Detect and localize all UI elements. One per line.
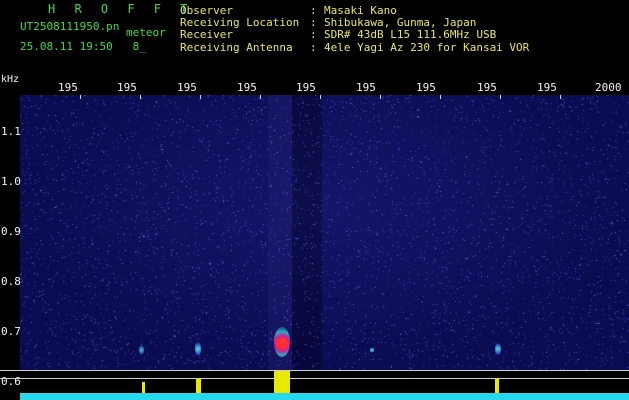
receiver-row: Receiver : SDR# 43dB L15 111.6MHz USB — [180, 29, 529, 41]
x-tick-label: 195 — [537, 81, 557, 94]
noise-floor — [20, 393, 629, 400]
x-tick-label: 195 — [296, 81, 316, 94]
receiver-label: Receiver — [180, 28, 233, 42]
x-tick-label: 195 — [416, 81, 436, 94]
antenna-row: Receiving Antenna : 4ele Yagi Az 230 for… — [180, 40, 530, 54]
x-tick-label: 195 — [177, 81, 197, 94]
meteor-label: meteor — [126, 26, 166, 39]
x-tick-mark — [500, 95, 501, 99]
y-tick-label: 1.1 — [1, 125, 21, 138]
program-title: H R O F F T — [48, 2, 194, 16]
reference-line — [0, 378, 629, 379]
x-tick-mark — [320, 95, 321, 99]
echo-spike — [142, 382, 145, 393]
reference-line — [0, 370, 629, 371]
spectrogram-noise — [20, 95, 629, 370]
x-tick-mark — [80, 95, 81, 99]
meteor-echo — [370, 348, 374, 352]
x-tick-mark — [260, 95, 261, 99]
antenna-sep: : — [310, 40, 317, 54]
meteor-echo — [195, 342, 201, 356]
y-tick-label: 0.9 — [1, 225, 21, 238]
x-tick-label: 195 — [356, 81, 376, 94]
meteor-echo — [139, 345, 144, 355]
y-axis-unit: kHz — [1, 74, 20, 85]
antenna-value: 4ele Yagi Az 230 for Kansai VOR — [324, 40, 530, 54]
datetime-label: 25.08.11 19:50 8_ — [20, 40, 146, 53]
y-tick-label: 0.7 — [1, 325, 21, 338]
receiver-sep: : — [310, 28, 317, 42]
echo-spike — [196, 378, 201, 393]
x-tick-mark — [440, 95, 441, 99]
x-tick-mark — [140, 95, 141, 99]
y-tick-label: 1.0 — [1, 175, 21, 188]
meteor-echo — [274, 327, 290, 357]
x-tick-mark — [380, 95, 381, 99]
y-tick-label: 0.6 — [1, 375, 21, 388]
echo-spike — [274, 371, 290, 393]
echo-spike — [495, 378, 499, 393]
x-tick-label: 195 — [237, 81, 257, 94]
antenna-label: Receiving Antenna — [180, 40, 293, 54]
x-tick-label: 2000 — [595, 81, 622, 94]
meteor-echo — [495, 343, 501, 355]
station-info: Observer : Masaki Kano Receiving Locatio… — [180, 4, 530, 54]
x-tick-mark — [200, 95, 201, 99]
x-tick-label: 195 — [117, 81, 137, 94]
receiver-value: SDR# 43dB L15 111.6MHz USB — [324, 28, 497, 42]
x-tick-mark — [560, 95, 561, 99]
y-tick-label: 0.8 — [1, 275, 21, 288]
x-tick-label: 195 — [58, 81, 78, 94]
x-tick-label: 195 — [477, 81, 497, 94]
file-name: UT2508111950.pn — [20, 20, 120, 33]
